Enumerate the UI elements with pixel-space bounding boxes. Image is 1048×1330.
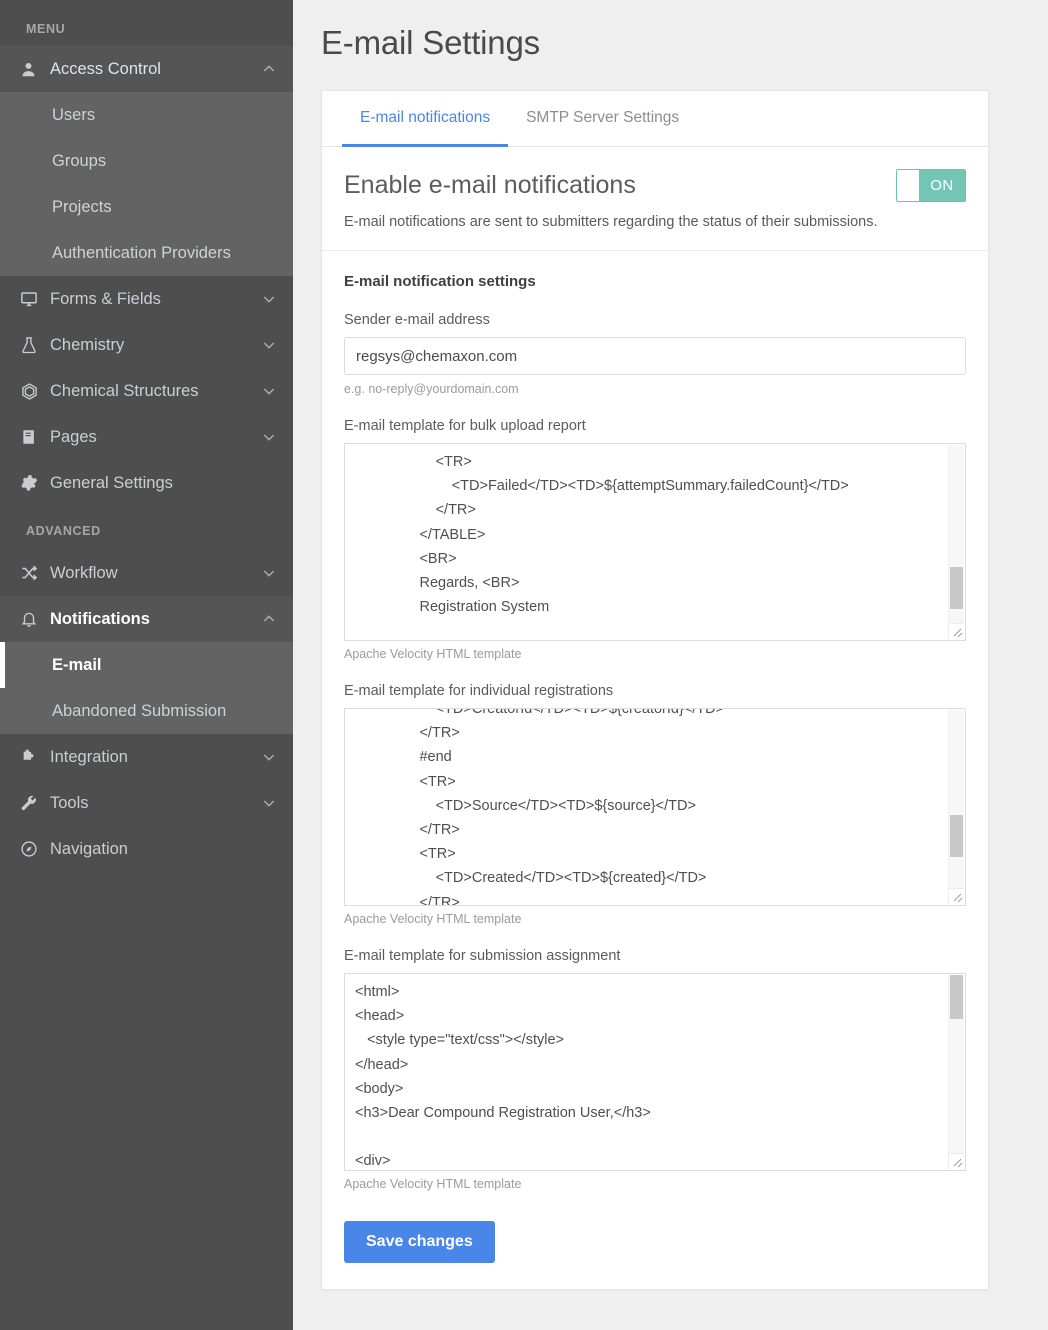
sidebar-item-notifications[interactable]: Notifications <box>0 596 293 642</box>
chevron-up-icon <box>261 611 277 627</box>
template-submission-assignment-hint: Apache Velocity HTML template <box>344 1177 966 1191</box>
enable-notifications-title: Enable e-mail notifications <box>344 171 636 200</box>
sidebar-item-pages[interactable]: Pages <box>0 414 293 460</box>
section-title: E-mail notification settings <box>344 273 966 290</box>
sidebar-submenu-notifications: E-mail Abandoned Submission <box>0 642 293 734</box>
template-individual-registrations-text: <TD>CreatorId</TD><TD>${creatorId}</TD> … <box>345 708 947 905</box>
sidebar-item-email[interactable]: E-mail <box>0 642 293 688</box>
template-bulk-upload-hint: Apache Velocity HTML template <box>344 647 966 661</box>
template-submission-assignment-text: <html> <head> <style type="text/css"></s… <box>345 974 947 1170</box>
sidebar-item-label: Tools <box>50 794 261 813</box>
template-individual-registrations-textarea[interactable]: <TD>CreatorId</TD><TD>${creatorId}</TD> … <box>344 708 966 906</box>
template-individual-registrations-block: E-mail template for individual registrat… <box>344 683 966 926</box>
sidebar-item-general-settings[interactable]: General Settings <box>0 460 293 506</box>
chevron-down-icon <box>261 337 277 353</box>
sidebar-item-label: Workflow <box>50 564 261 583</box>
sidebar-item-label: Navigation <box>50 840 277 859</box>
chevron-down-icon <box>261 565 277 581</box>
bell-icon <box>20 610 50 628</box>
template-submission-assignment-block: E-mail template for submission assignmen… <box>344 948 966 1191</box>
sidebar-item-label: Pages <box>50 428 261 447</box>
user-icon <box>20 61 50 78</box>
template-individual-registrations-hint: Apache Velocity HTML template <box>344 912 966 926</box>
book-icon <box>20 428 50 446</box>
sidebar-item-label: Chemistry <box>50 336 261 355</box>
chevron-down-icon <box>261 795 277 811</box>
sidebar-item-chemical-structures[interactable]: Chemical Structures <box>0 368 293 414</box>
flask-icon <box>20 336 50 354</box>
scrollbar-thumb[interactable] <box>950 975 963 1019</box>
sidebar-item-groups[interactable]: Groups <box>0 138 293 184</box>
template-bulk-upload-textarea[interactable]: <TR> <TD>Failed</TD><TD>${attemptSummary… <box>344 443 966 641</box>
chevron-down-icon <box>261 429 277 445</box>
app-root: MENU Access Control Users Groups Project… <box>0 0 1048 1330</box>
puzzle-icon <box>20 748 50 766</box>
sidebar-item-forms-and-fields[interactable]: Forms & Fields <box>0 276 293 322</box>
scrollbar-track[interactable] <box>948 710 964 888</box>
sidebar-item-abandoned-submission[interactable]: Abandoned Submission <box>0 688 293 734</box>
toggle-state-label: ON <box>919 170 965 201</box>
template-bulk-upload-block: E-mail template for bulk upload report <… <box>344 418 966 661</box>
template-bulk-upload-text: <TR> <TD>Failed</TD><TD>${attemptSummary… <box>345 444 947 640</box>
scrollbar-thumb[interactable] <box>950 567 963 609</box>
sidebar-item-integration[interactable]: Integration <box>0 734 293 780</box>
sidebar-item-chemistry[interactable]: Chemistry <box>0 322 293 368</box>
resize-grip-icon[interactable] <box>948 888 964 904</box>
sidebar-advanced-heading: ADVANCED <box>0 506 293 550</box>
sender-email-input[interactable] <box>344 337 966 375</box>
page-title: E-mail Settings <box>321 24 1018 62</box>
sidebar-item-label: General Settings <box>50 474 277 493</box>
chevron-up-icon <box>261 61 277 77</box>
sender-email-field-block: Sender e-mail address e.g. no-reply@your… <box>344 312 966 396</box>
shuffle-icon <box>20 564 50 582</box>
sidebar-item-access-control[interactable]: Access Control <box>0 46 293 92</box>
sender-email-hint: e.g. no-reply@yourdomain.com <box>344 382 966 396</box>
email-settings-card: E-mail notifications SMTP Server Setting… <box>321 90 989 1290</box>
tab-bar: E-mail notifications SMTP Server Setting… <box>322 91 988 147</box>
sidebar-item-authentication-providers[interactable]: Authentication Providers <box>0 230 293 276</box>
enable-notifications-toggle[interactable]: ON <box>896 169 966 202</box>
tab-email-notifications[interactable]: E-mail notifications <box>342 91 508 147</box>
wrench-icon <box>20 794 50 812</box>
compass-icon <box>20 840 50 858</box>
template-submission-assignment-label: E-mail template for submission assignmen… <box>344 948 966 964</box>
sidebar-item-users[interactable]: Users <box>0 92 293 138</box>
scrollbar-track[interactable] <box>948 975 964 1153</box>
sidebar-item-projects[interactable]: Projects <box>0 184 293 230</box>
scrollbar-thumb[interactable] <box>950 815 963 857</box>
sidebar-item-label: Integration <box>50 748 261 767</box>
sidebar-item-workflow[interactable]: Workflow <box>0 550 293 596</box>
enable-notifications-section: Enable e-mail notifications ON E-mail no… <box>322 147 988 251</box>
benzene-icon <box>20 382 50 401</box>
sidebar-menu-heading: MENU <box>0 18 293 46</box>
sidebar-item-label: Forms & Fields <box>50 290 261 309</box>
sidebar-item-label: Chemical Structures <box>50 382 261 401</box>
sidebar-item-label: Notifications <box>50 610 261 629</box>
sidebar-item-label: Access Control <box>50 60 261 79</box>
resize-grip-icon[interactable] <box>948 1153 964 1169</box>
sender-email-label: Sender e-mail address <box>344 312 966 328</box>
chevron-down-icon <box>261 749 277 765</box>
chevron-down-icon <box>261 291 277 307</box>
resize-grip-icon[interactable] <box>948 623 964 639</box>
template-individual-registrations-label: E-mail template for individual registrat… <box>344 683 966 699</box>
toggle-knob <box>897 170 919 201</box>
sidebar-item-navigation[interactable]: Navigation <box>0 826 293 872</box>
template-submission-assignment-textarea[interactable]: <html> <head> <style type="text/css"></s… <box>344 973 966 1171</box>
sidebar-submenu-access-control: Users Groups Projects Authentication Pro… <box>0 92 293 276</box>
save-changes-button[interactable]: Save changes <box>344 1221 495 1263</box>
template-bulk-upload-label: E-mail template for bulk upload report <box>344 418 966 434</box>
notification-settings-body: E-mail notification settings Sender e-ma… <box>322 251 988 1289</box>
tab-smtp-server-settings[interactable]: SMTP Server Settings <box>508 91 697 147</box>
monitor-icon <box>20 290 50 308</box>
chevron-down-icon <box>261 383 277 399</box>
gear-icon <box>20 474 50 492</box>
enable-notifications-description: E-mail notifications are sent to submitt… <box>344 214 966 230</box>
scrollbar-track[interactable] <box>948 445 964 623</box>
sidebar-item-tools[interactable]: Tools <box>0 780 293 826</box>
main-content: E-mail Settings E-mail notifications SMT… <box>293 0 1048 1330</box>
sidebar: MENU Access Control Users Groups Project… <box>0 0 293 1330</box>
